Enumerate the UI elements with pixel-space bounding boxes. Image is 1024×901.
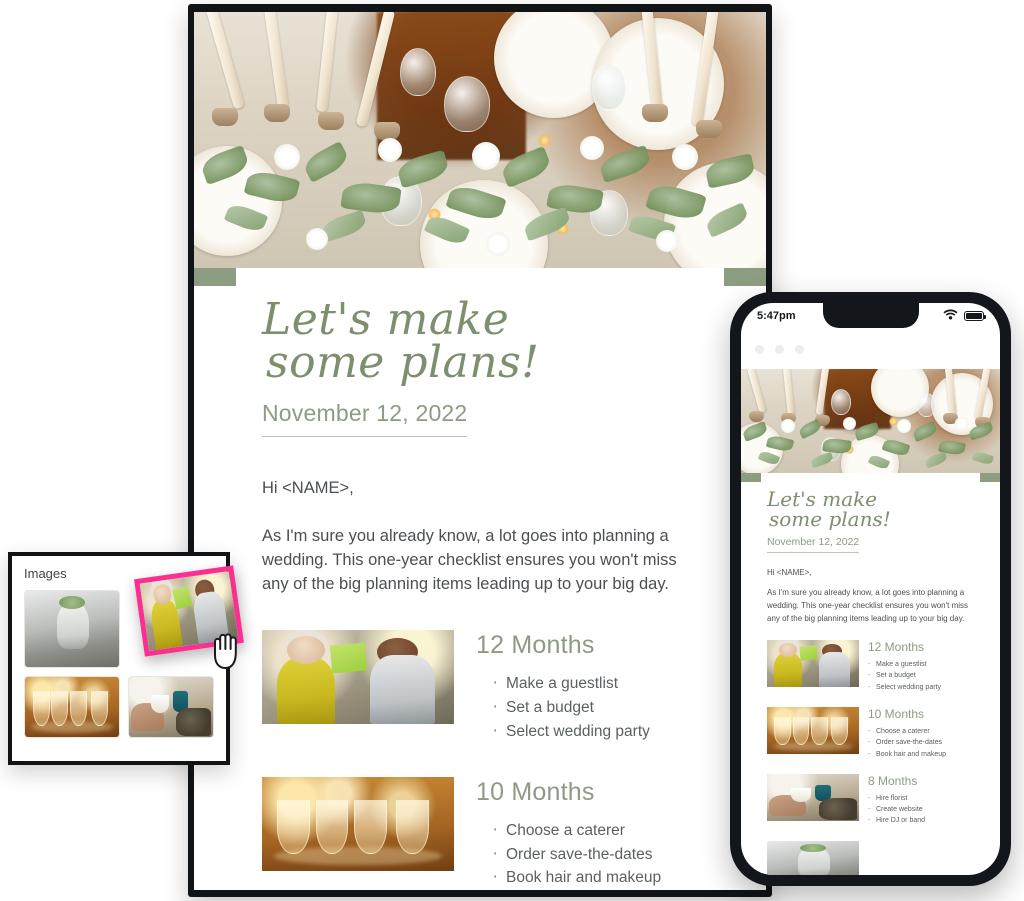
email-body: Let's make some plans! November 12, 2022…	[236, 268, 724, 890]
email-title-line-2-mobile: some plans!	[769, 507, 891, 531]
email-greeting-mobile: Hi <NAME>,	[767, 568, 812, 577]
email-date-mobile: November 12, 2022	[767, 536, 860, 553]
checklist-section-body-mobile: 8 Months Hire florist Create website Hir…	[868, 774, 925, 827]
email-intro-paragraph-mobile: As I'm sure you already know, a lot goes…	[767, 588, 969, 623]
checklist-item-mobile: Select wedding party	[868, 682, 941, 694]
checklist-section-body-mobile	[868, 841, 871, 855]
checklist-section-title-mobile: 12 Months	[868, 639, 925, 654]
mobile-email-canvas[interactable]: 5:47pm Let's make some plans! November 1…	[741, 303, 1000, 875]
checklist-item-mobile: Choose a caterer	[868, 726, 946, 738]
grab-hand-cursor	[209, 629, 243, 673]
checklist-section: 10 Months Choose a caterer Order save-th…	[262, 777, 724, 890]
wifi-icon	[943, 307, 958, 325]
checklist-section-title: 12 Months	[476, 631, 595, 660]
checklist-item-mobile: Book hair and makeup	[868, 749, 946, 761]
checklist-item-mobile: Make a guestlist	[868, 659, 941, 671]
checklist-section-mobile: 10 Months Choose a caterer Order save-th…	[767, 706, 980, 760]
checklist-section-body: 12 Months Make a guestlist Set a budget …	[476, 630, 650, 745]
florist-workbench-photo-mobile	[767, 773, 859, 821]
checklist-items: Choose a caterer Order save-the-dates Bo…	[476, 816, 661, 890]
checklist-section-title: 10 Months	[476, 778, 595, 807]
couple-planning-photo-mobile	[767, 639, 859, 687]
window-dot	[795, 345, 804, 354]
checklist-section-mobile: 8 Months Hire florist Create website Hir…	[767, 773, 980, 827]
checklist-section-title-mobile: 8 Months	[868, 773, 918, 788]
florist-workbench-photo[interactable]	[128, 676, 214, 738]
desktop-email-canvas[interactable]: Let's make some plans! November 12, 2022…	[194, 12, 766, 890]
accent-bar-left-mobile	[741, 473, 761, 482]
desktop-email-preview-frame: Let's make some plans! November 12, 2022…	[188, 4, 772, 897]
checklist-item: Make a guestlist	[492, 670, 650, 698]
accent-bar-right-mobile	[980, 473, 1000, 482]
next-section-photo-mobile	[767, 840, 859, 875]
email-body-mobile: Let's make some plans! November 12, 2022…	[761, 473, 980, 875]
images-panel-title: Images	[24, 566, 67, 581]
email-date: November 12, 2022	[262, 400, 468, 438]
email-title-line-2: some plans!	[266, 337, 540, 389]
checklist-item: Order save-the-dates	[492, 840, 661, 868]
checklist-items-mobile: Hire florist Create website Hire DJ or b…	[868, 793, 925, 827]
couple-planning-photo	[262, 630, 454, 725]
checklist-section-body: 10 Months Choose a caterer Order save-th…	[476, 777, 661, 890]
wedding-table-setting-photo-mobile	[741, 369, 1000, 473]
email-greeting: Hi <NAME>,	[262, 479, 354, 498]
accent-bar-left	[194, 268, 236, 286]
checklist-items-mobile: Choose a caterer Order save-the-dates Bo…	[868, 726, 946, 760]
checklist-item: Book hair and makeup	[492, 863, 661, 890]
checklist-item: Select wedding party	[492, 717, 650, 745]
checklist-items: Make a guestlist Set a budget Select wed…	[476, 670, 650, 745]
table-glassware-photo	[262, 777, 454, 872]
mobile-email-preview-frame: 5:47pm Let's make some plans! November 1…	[730, 292, 1011, 886]
checklist-item-mobile: Order save-the-dates	[868, 737, 946, 749]
checklist-item-mobile: Set a budget	[868, 670, 941, 682]
phone-notch	[822, 303, 919, 328]
checklist-section-mobile-partial	[767, 840, 980, 875]
checklist-section-body-mobile: 12 Months Make a guestlist Set a budget …	[868, 640, 941, 693]
checklist-section-title-mobile: 10 Months	[868, 706, 925, 721]
hero-photo-art	[194, 12, 766, 268]
window-dot	[755, 345, 764, 354]
email-title: Let's make some plans!	[262, 298, 724, 389]
checklist-items-mobile: Make a guestlist Set a budget Select wed…	[868, 659, 941, 693]
checklist-section-body-mobile: 10 Months Choose a caterer Order save-th…	[868, 707, 946, 760]
wedding-table-setting-photo	[194, 12, 766, 268]
battery-full-icon	[964, 311, 986, 321]
email-title-mobile: Let's make some plans!	[767, 489, 980, 529]
status-time: 5:47pm	[757, 310, 796, 322]
checklist-item: Choose a caterer	[492, 816, 661, 844]
screenshot-stage: Let's make some plans! November 12, 2022…	[0, 0, 1024, 901]
email-intro-paragraph: As I'm sure you already know, a lot goes…	[262, 527, 677, 594]
dog-on-bridge-photo[interactable]	[24, 590, 120, 668]
checklist-item-mobile: Hire florist	[868, 793, 925, 805]
preview-window-dots[interactable]	[755, 345, 804, 354]
status-indicators	[943, 307, 986, 325]
checklist-section: 12 Months Make a guestlist Set a budget …	[262, 630, 724, 745]
table-glassware-photo[interactable]	[24, 676, 120, 738]
checklist-item: Set a budget	[492, 693, 650, 721]
window-dot	[775, 345, 784, 354]
table-glassware-photo-mobile	[767, 706, 859, 754]
checklist-section-title-mobile	[868, 841, 871, 855]
checklist-item-mobile: Hire DJ or band	[868, 815, 925, 827]
accent-bar-right	[724, 268, 766, 286]
checklist-item-mobile: Create website	[868, 804, 925, 816]
checklist-section-mobile: 12 Months Make a guestlist Set a budget …	[767, 639, 980, 693]
